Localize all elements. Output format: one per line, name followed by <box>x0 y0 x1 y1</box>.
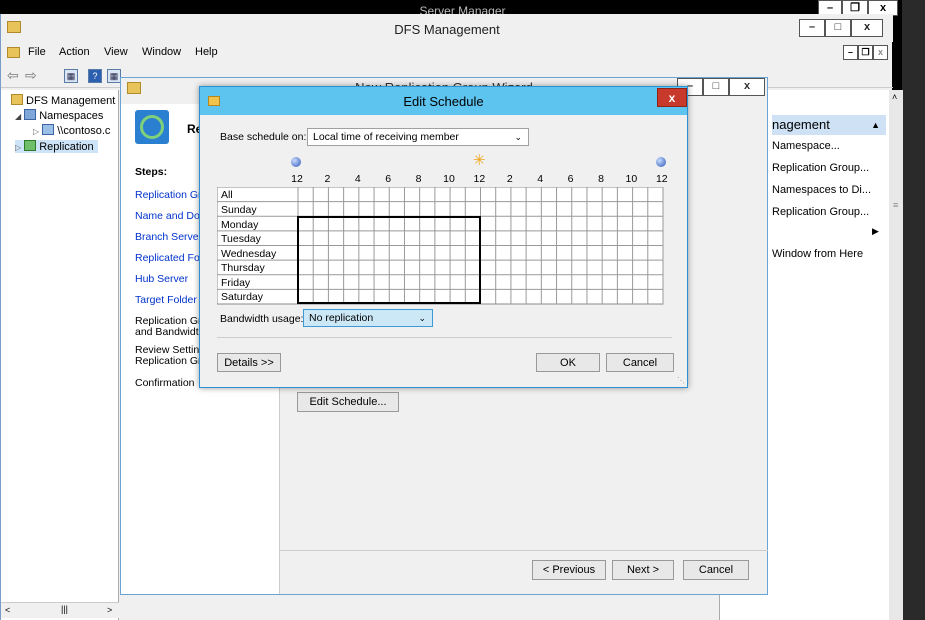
action-add-namespaces[interactable]: Namespaces to Di... <box>772 184 871 196</box>
desktop-edge <box>902 0 925 620</box>
edit-schedule-button[interactable]: Edit Schedule... <box>297 392 399 412</box>
help-icon[interactable]: ? <box>88 69 102 83</box>
menu-action[interactable]: Action <box>59 46 90 58</box>
hour-label: 6 <box>385 173 392 185</box>
day-label-sunday[interactable]: Sunday <box>219 203 298 217</box>
console-tree-icon[interactable]: ▦ <box>64 69 78 83</box>
dfs-title-bar: DFS Management – □ x <box>1 14 893 42</box>
action-add-replication-group[interactable]: Replication Group... <box>772 206 869 218</box>
wizard-app-icon <box>127 82 141 94</box>
resize-grip-icon[interactable]: ⋱ <box>677 376 685 385</box>
schedule-close-button[interactable]: x <box>657 88 687 107</box>
scroll-thumb-icon[interactable]: ||| <box>61 604 68 614</box>
bandwidth-label: Bandwidth usage: <box>220 313 304 325</box>
menu-file[interactable]: File <box>28 46 46 58</box>
hour-label: 4 <box>354 173 361 185</box>
dfs-minimize-button[interactable]: – <box>799 19 825 37</box>
expand-arrow-icon[interactable]: ▷ <box>15 143 21 152</box>
footer-divider <box>280 550 768 551</box>
tree-item-contoso-namespace[interactable]: ▷ \\contoso.c <box>33 124 110 137</box>
dfs-close-button[interactable]: x <box>851 19 883 37</box>
day-label-tuesday[interactable]: Tuesday <box>219 232 298 246</box>
dfs-app-icon <box>7 21 21 33</box>
actions-header[interactable]: nagement ▲ <box>772 115 886 135</box>
dialog-divider <box>217 337 672 338</box>
menu-view[interactable]: View <box>104 46 128 58</box>
hour-label: 8 <box>415 173 422 185</box>
child-minimize-button[interactable]: – <box>843 45 858 60</box>
menu-help[interactable]: Help <box>195 46 218 58</box>
moon-icon <box>656 157 666 167</box>
day-label-saturday[interactable]: Saturday <box>219 290 298 304</box>
action-new-replication-group[interactable]: Replication Group... <box>772 162 869 174</box>
hour-label: 8 <box>598 173 604 185</box>
scroll-up-icon[interactable]: ˄ <box>892 92 897 102</box>
all-days-button[interactable]: All <box>219 188 298 202</box>
action-new-window[interactable]: Window from Here <box>772 248 863 260</box>
scroll-right-icon[interactable]: > <box>107 605 112 615</box>
moon-icon <box>291 157 301 167</box>
tree-item-replication[interactable]: ▷ Replication <box>15 140 98 153</box>
vertical-scrollbar[interactable]: ˄ ≡ <box>889 90 903 620</box>
wizard-maximize-button[interactable]: □ <box>703 78 729 96</box>
dfs-window-title: DFS Management <box>394 22 500 37</box>
scroll-grip-icon[interactable]: ≡ <box>893 200 898 210</box>
next-button[interactable]: Next > <box>612 560 674 580</box>
replication-wizard-icon <box>135 110 169 144</box>
schedule-dialog-icon <box>208 96 220 106</box>
chevron-down-icon: ⌄ <box>514 132 522 142</box>
tree-item-dfs-management[interactable]: DFS Management <box>11 94 115 107</box>
day-label-wednesday[interactable]: Wednesday <box>219 247 298 261</box>
dfs-management-icon <box>11 94 23 105</box>
replication-icon <box>24 140 37 151</box>
hour-label: 4 <box>537 173 544 185</box>
hour-label: 12 <box>655 173 668 185</box>
action-new-namespace[interactable]: Namespace... <box>772 140 840 152</box>
collapse-arrow-icon[interactable]: ◢ <box>15 112 21 121</box>
base-schedule-label: Base schedule on: <box>220 131 307 143</box>
scroll-left-icon[interactable]: < <box>5 605 10 615</box>
dfs-maximize-button[interactable]: □ <box>825 19 851 37</box>
base-schedule-select[interactable]: Local time of receiving member ⌄ <box>307 128 529 146</box>
schedule-cancel-button[interactable]: Cancel <box>606 353 674 372</box>
edit-schedule-dialog: Edit Schedule x Base schedule on: Local … <box>199 86 688 388</box>
back-arrow-icon[interactable]: ⇦ <box>7 67 19 84</box>
menu-bar: File Action View Window Help – ❐ x <box>1 44 893 62</box>
show-action-pane-icon[interactable]: ▦ <box>107 69 121 83</box>
steps-label: Steps: <box>135 166 168 178</box>
hour-label: 12 <box>291 173 303 185</box>
hour-label: 6 <box>567 173 574 185</box>
tree-item-namespaces[interactable]: ◢ Namespaces <box>15 109 103 122</box>
namespace-icon <box>42 124 55 135</box>
child-close-button[interactable]: x <box>873 45 888 60</box>
mmc-icon <box>7 47 20 58</box>
wizard-cancel-button[interactable]: Cancel <box>683 560 749 580</box>
expand-arrow-icon[interactable]: ▷ <box>33 127 39 136</box>
day-label-monday[interactable]: Monday <box>219 218 298 232</box>
wizard-close-button[interactable]: x <box>729 78 765 96</box>
submenu-arrow-icon[interactable]: ▶ <box>872 226 879 237</box>
previous-button[interactable]: < Previous <box>532 560 606 580</box>
forward-arrow-icon[interactable]: ⇨ <box>25 67 37 84</box>
hour-label: 10 <box>443 173 455 185</box>
day-label-thursday[interactable]: Thursday <box>219 261 298 275</box>
hour-label: 2 <box>506 173 513 185</box>
details-button[interactable]: Details >> <box>217 353 281 372</box>
console-tree: DFS Management ◢ Namespaces ▷ \\contoso.… <box>1 90 119 620</box>
hour-label: 12 <box>473 173 486 185</box>
schedule-dialog-title: Edit Schedule <box>403 94 484 109</box>
ok-button[interactable]: OK <box>536 353 600 372</box>
collapse-up-icon[interactable]: ▲ <box>871 115 880 135</box>
namespaces-icon <box>24 109 37 120</box>
hour-label: 2 <box>324 173 331 185</box>
schedule-title-bar: Edit Schedule x <box>200 87 687 115</box>
menu-window[interactable]: Window <box>142 46 181 58</box>
chevron-down-icon: ⌄ <box>418 313 426 323</box>
child-restore-button[interactable]: ❐ <box>858 45 873 60</box>
bandwidth-select[interactable]: No replication ⌄ <box>303 309 433 327</box>
tree-horizontal-scrollbar[interactable]: < ||| > <box>1 602 119 618</box>
day-label-friday[interactable]: Friday <box>219 276 298 290</box>
sun-icon: ✳ <box>473 152 486 169</box>
hour-label: 10 <box>625 173 638 185</box>
